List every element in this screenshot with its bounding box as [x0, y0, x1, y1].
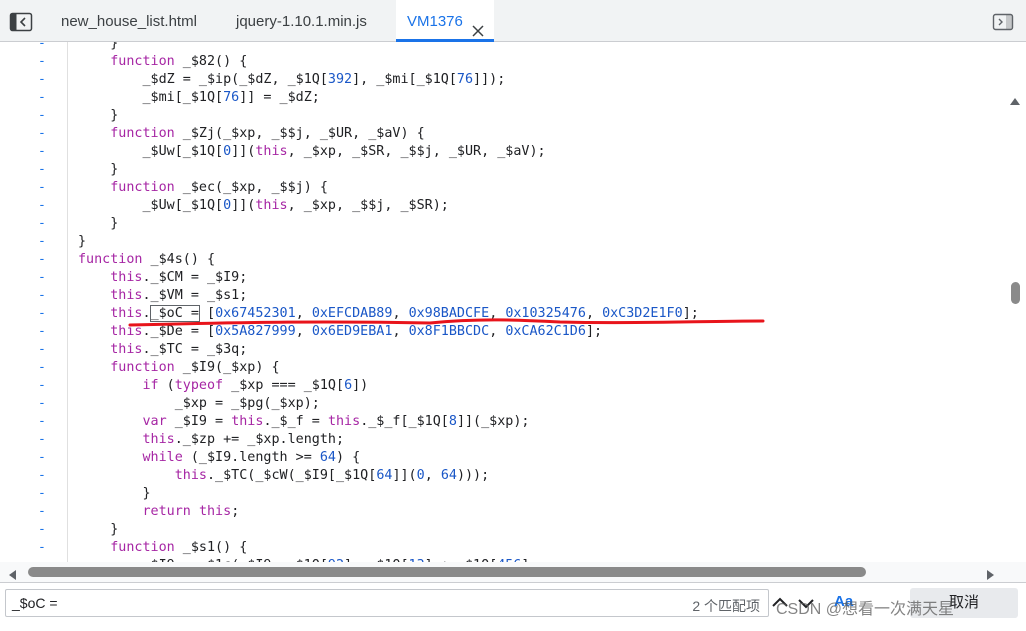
vertical-scrollbar[interactable]	[1008, 92, 1022, 562]
code-editor[interactable]: ------------------------------ } functio…	[0, 42, 1026, 562]
scroll-right-arrow-icon[interactable]	[987, 567, 995, 580]
horizontal-scroll-thumb[interactable]	[28, 567, 866, 577]
match-count: 2 个匹配项	[692, 598, 760, 614]
search-query-text[interactable]: _$oC =	[12, 595, 58, 611]
vertical-scroll-thumb[interactable]	[1011, 282, 1020, 304]
horizontal-scrollbar[interactable]	[0, 562, 1026, 582]
search-input[interactable]: _$oC = 2 个匹配项	[5, 589, 769, 617]
scroll-left-arrow-icon[interactable]	[8, 567, 16, 580]
tab-label: jquery-1.10.1.min.js	[236, 13, 367, 30]
navigator-toggle-icon[interactable]	[9, 12, 33, 32]
tab-label: VM1376	[407, 13, 463, 30]
close-icon[interactable]	[470, 13, 486, 37]
tab-bar: new_house_list.html jquery-1.10.1.min.js…	[0, 0, 1026, 42]
tab-vm1376[interactable]: VM1376	[396, 0, 494, 42]
debugger-toggle-icon[interactable]	[992, 12, 1014, 32]
red-underline-annotation	[128, 318, 765, 327]
watermark: CSDN @想看一次满天星	[776, 601, 955, 618]
scroll-up-arrow-icon[interactable]	[1010, 92, 1020, 105]
tab-jquery[interactable]: jquery-1.10.1.min.js	[224, 0, 384, 42]
tab-label: new_house_list.html	[61, 13, 197, 30]
tab-new-house-list[interactable]: new_house_list.html	[52, 0, 212, 42]
search-bar: _$oC = 2 个匹配项 Aa 取消 CSDN @想看一次满天星	[0, 582, 1026, 631]
